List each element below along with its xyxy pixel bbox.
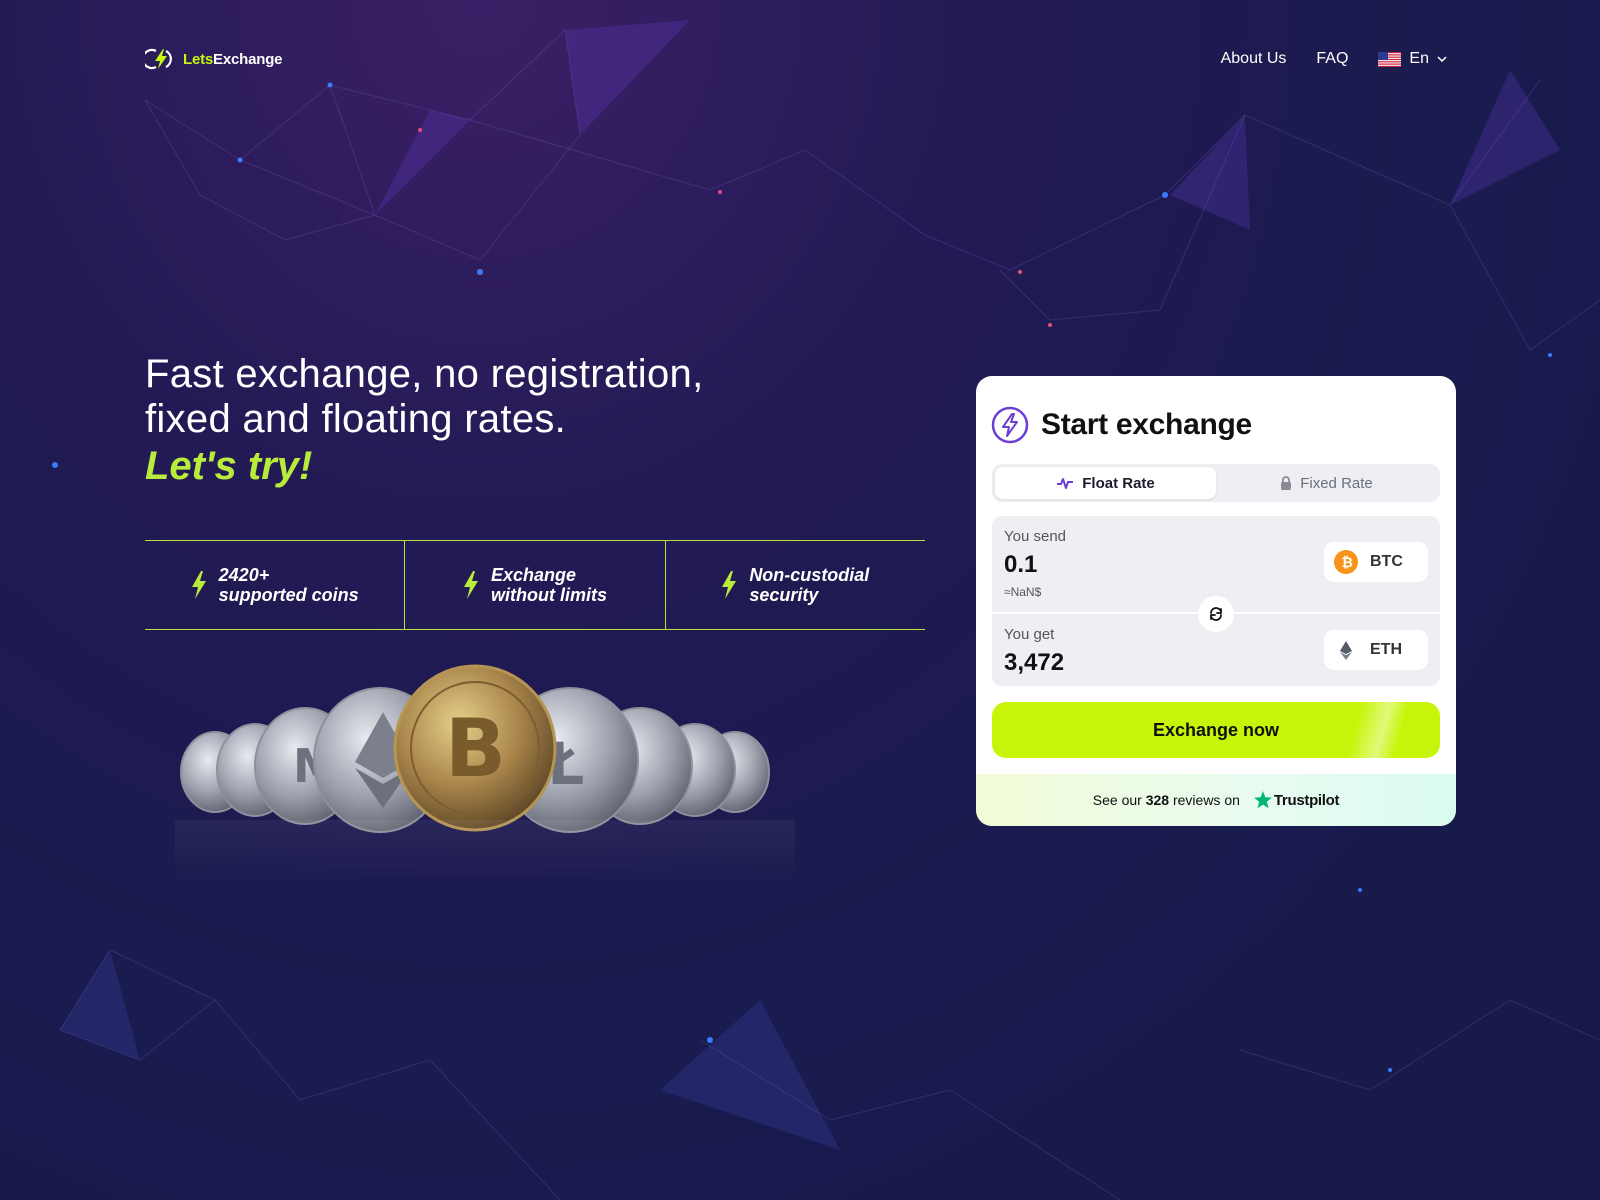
star-icon bbox=[1253, 791, 1272, 809]
coins-illustration: M Ł B bbox=[175, 664, 795, 880]
get-coin-select[interactable]: ETH bbox=[1324, 630, 1428, 670]
lightning-icon bbox=[191, 571, 206, 599]
tab-fixed-rate-label: Fixed Rate bbox=[1300, 474, 1373, 492]
svg-text:₿: ₿ bbox=[1342, 555, 1353, 571]
feature-coins-line2: supported coins bbox=[218, 585, 359, 605]
feature-limits-line2: without limits bbox=[490, 585, 607, 605]
send-coin-select[interactable]: ₿ BTC bbox=[1324, 542, 1428, 582]
svg-text:B: B bbox=[445, 702, 506, 795]
tab-fixed-rate[interactable]: Fixed Rate bbox=[1216, 467, 1437, 499]
feature-text: 2420+ supported coins bbox=[219, 565, 359, 605]
lightning-icon bbox=[722, 571, 737, 599]
amounts: You send 0.1 ≈NaN$ ₿ BTC You get 3,472 E… bbox=[992, 516, 1440, 686]
hero-cta: Let's try! bbox=[145, 444, 313, 488]
trust-pre: See our bbox=[1092, 792, 1142, 808]
card-title: Start exchange bbox=[1041, 408, 1252, 441]
nav-faq[interactable]: FAQ bbox=[1316, 50, 1348, 68]
get-coin-label: ETH bbox=[1370, 641, 1402, 658]
trustpilot-label: Trustpilot bbox=[1273, 791, 1340, 809]
language-label: En bbox=[1409, 50, 1429, 67]
feature-security-line1: Non-custodial bbox=[749, 565, 870, 585]
btc-icon: ₿ bbox=[1334, 550, 1358, 574]
swap-icon bbox=[1210, 607, 1222, 621]
hero: Fast exchange, no registration, fixed an… bbox=[145, 352, 704, 490]
feature-limits: Exchange without limits bbox=[405, 541, 666, 629]
feature-security: Non-custodial security bbox=[666, 541, 925, 629]
pulse-icon bbox=[1057, 478, 1074, 489]
trust-post: reviews on bbox=[1172, 792, 1240, 808]
tab-float-rate-label: Float Rate bbox=[1082, 474, 1155, 492]
rate-tabs: Float Rate Fixed Rate bbox=[992, 464, 1440, 502]
exchange-card: Start exchange Float Rate Fixed Rate You… bbox=[976, 376, 1456, 826]
logo-text: LetsExchange bbox=[183, 50, 283, 68]
send-coin-label: BTC bbox=[1370, 553, 1403, 570]
hero-title-line2: fixed and floating rates. bbox=[145, 397, 567, 441]
hero-title-line1: Fast exchange, no registration, bbox=[145, 352, 704, 396]
us-flag-icon bbox=[1378, 51, 1402, 67]
eth-icon bbox=[1340, 641, 1352, 660]
feature-text: Non-custodial security bbox=[749, 565, 869, 605]
lock-icon bbox=[1281, 476, 1292, 490]
feature-security-line2: security bbox=[749, 585, 819, 605]
exchange-now-button[interactable]: Exchange now bbox=[992, 702, 1440, 758]
logo[interactable]: LetsExchange bbox=[145, 47, 283, 71]
nav-about-us[interactable]: About Us bbox=[1221, 50, 1287, 68]
tab-float-rate[interactable]: Float Rate bbox=[995, 467, 1216, 499]
logo-text-lets: Lets bbox=[183, 50, 214, 68]
card-header: Start exchange bbox=[976, 376, 1456, 444]
swap-button[interactable] bbox=[1198, 596, 1234, 632]
exchange-logo-icon bbox=[991, 406, 1029, 444]
feature-coins-line1: 2420+ bbox=[218, 565, 270, 585]
logo-icon bbox=[145, 48, 172, 70]
feature-text: Exchange without limits bbox=[491, 565, 607, 605]
logo-text-exchange: Exchange bbox=[213, 50, 283, 68]
lightning-icon bbox=[463, 571, 478, 599]
language-selector[interactable]: En bbox=[1378, 50, 1447, 68]
chevron-down-icon bbox=[1437, 56, 1447, 62]
trustpilot-logo: Trustpilot bbox=[1253, 791, 1340, 809]
site-header: LetsExchange About Us FAQ En bbox=[145, 44, 1447, 74]
feature-limits-line1: Exchange bbox=[490, 565, 577, 585]
features-bar: 2420+ supported coins Exchange without l… bbox=[145, 540, 925, 630]
top-nav: About Us FAQ En bbox=[1221, 50, 1447, 68]
feature-coins: 2420+ supported coins bbox=[145, 541, 406, 629]
trust-text: See our 328 reviews on bbox=[1093, 792, 1240, 808]
trustpilot-bar[interactable]: See our 328 reviews on Trustpilot bbox=[976, 774, 1456, 826]
trust-count: 328 bbox=[1145, 792, 1170, 808]
